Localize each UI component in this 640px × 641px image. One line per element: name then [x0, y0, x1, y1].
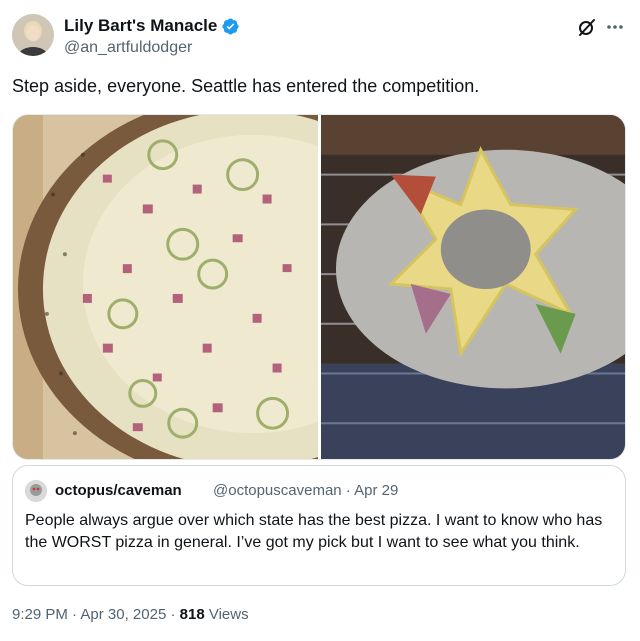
pizza-photo[interactable]	[13, 115, 318, 459]
author-name-text[interactable]: Lily Bart's Manacle	[64, 16, 217, 36]
quoted-tweet-text: People always argue over which state has…	[25, 512, 603, 551]
tweet-time[interactable]: 9:29 PM	[12, 606, 68, 623]
pizza-image	[13, 115, 318, 459]
post-text: Step aside, everyone. Seattle has entere…	[12, 76, 480, 96]
tweet-meta: 9:29 PM · Apr 30, 2025 · 818 Views	[12, 606, 249, 623]
media-grid	[12, 114, 626, 460]
author-avatar[interactable]	[12, 14, 54, 56]
meta-separator: ·	[67, 606, 81, 623]
quoted-author-handle-date[interactable]: @octopuscaveman · Apr 29	[213, 482, 398, 499]
author-handle[interactable]: @an_artfuldodger	[64, 39, 192, 57]
quoted-tweet[interactable]: octopus/caveman @octopuscaveman · Apr 29…	[12, 465, 626, 586]
star-crust-pizza-photo[interactable]	[320, 115, 625, 459]
star-pizza-image	[320, 115, 625, 459]
views-label: Views	[208, 606, 249, 623]
quoted-author-avatar[interactable]	[25, 480, 47, 502]
quoted-author-name[interactable]: octopus/caveman	[55, 482, 182, 499]
views-count: 818	[179, 606, 205, 623]
verified-badge-icon	[221, 17, 240, 36]
grok-icon[interactable]	[576, 16, 598, 38]
tweet-date[interactable]: Apr 30, 2025	[80, 606, 166, 623]
more-options-icon[interactable]	[604, 18, 626, 36]
meta-separator-2: ·	[166, 606, 180, 623]
author-name[interactable]: Lily Bart's Manacle	[64, 16, 240, 36]
tweet: Lily Bart's Manacle @an_artfuldodger Ste…	[0, 0, 640, 641]
